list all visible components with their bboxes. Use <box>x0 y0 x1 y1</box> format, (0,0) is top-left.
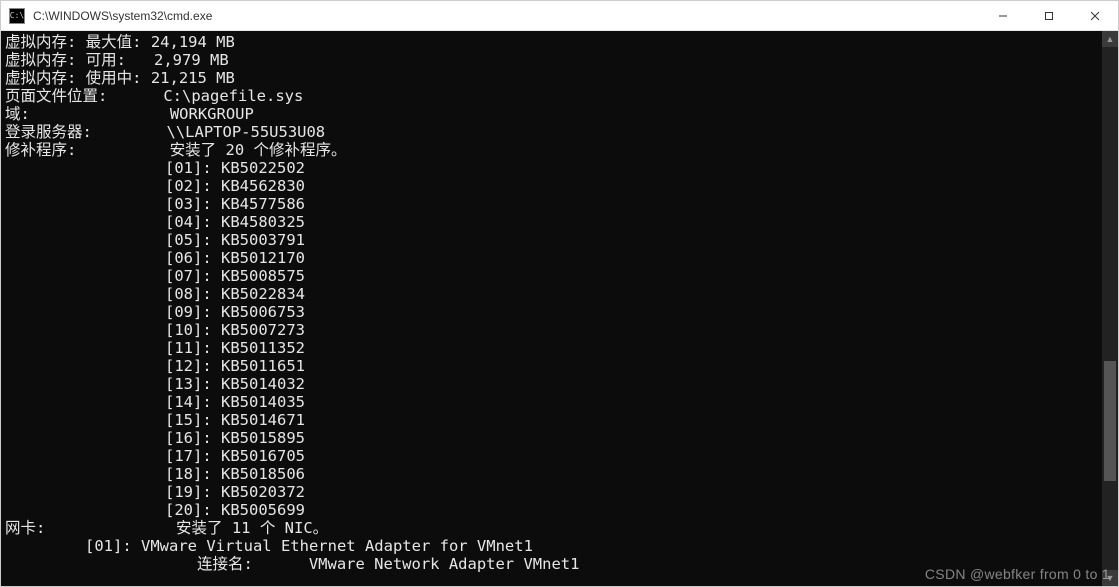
scroll-down-button[interactable]: ▼ <box>1102 570 1118 586</box>
scroll-track[interactable] <box>1102 47 1118 570</box>
hotfix-item: [17]: KB5016705 <box>5 447 305 465</box>
value-pagefile: C:\pagefile.sys <box>163 87 303 105</box>
hotfix-item: [12]: KB5011651 <box>5 357 305 375</box>
hotfix-item: [02]: KB4562830 <box>5 177 305 195</box>
window-title: C:\WINDOWS\system32\cmd.exe <box>31 9 980 23</box>
hotfix-item: [01]: KB5022502 <box>5 159 305 177</box>
terminal-area: 虚拟内存: 最大值: 24,194 MB 虚拟内存: 可用: 2,979 MB 虚拟… <box>1 31 1118 586</box>
label-conn-name: 连接名: <box>197 555 253 573</box>
hotfix-item: [18]: KB5018506 <box>5 465 305 483</box>
value-vmem-max: 24,194 MB <box>151 33 235 51</box>
scroll-up-button[interactable]: ▲ <box>1102 31 1118 47</box>
label-hotfix: 修补程序: <box>5 141 76 159</box>
hotfix-item: [03]: KB4577586 <box>5 195 305 213</box>
hotfix-item: [05]: KB5003791 <box>5 231 305 249</box>
hotfix-item: [19]: KB5020372 <box>5 483 305 501</box>
hotfix-item: [16]: KB5015895 <box>5 429 305 447</box>
value-conn-name: VMware Network Adapter VMnet1 <box>309 555 580 573</box>
hotfix-item: [07]: KB5008575 <box>5 267 305 285</box>
hotfix-item: [11]: KB5011352 <box>5 339 305 357</box>
value-vmem-avail: 2,979 MB <box>154 51 229 69</box>
hotfix-item: [04]: KB4580325 <box>5 213 305 231</box>
value-vmem-used: 21,215 MB <box>151 69 235 87</box>
cmd-icon: C:\ <box>9 8 25 24</box>
titlebar[interactable]: C:\ C:\WINDOWS\system32\cmd.exe <box>1 1 1118 31</box>
value-nic-summary: 安装了 11 个 NIC。 <box>176 519 328 537</box>
hotfix-item: [14]: KB5014035 <box>5 393 305 411</box>
value-logon-server: \\LAPTOP-55U53U08 <box>167 123 326 141</box>
hotfix-item: [09]: KB5006753 <box>5 303 305 321</box>
hotfix-item: [15]: KB5014671 <box>5 411 305 429</box>
hotfix-item: [06]: KB5012170 <box>5 249 305 267</box>
terminal-output[interactable]: 虚拟内存: 最大值: 24,194 MB 虚拟内存: 可用: 2,979 MB 虚拟… <box>1 31 1102 586</box>
minimize-button[interactable] <box>980 1 1026 30</box>
label-vmem-used: 虚拟内存: 使用中: <box>5 69 142 87</box>
maximize-button[interactable] <box>1026 1 1072 30</box>
hotfix-item: [08]: KB5022834 <box>5 285 305 303</box>
label-nic: 网卡: <box>5 519 45 537</box>
label-pagefile: 页面文件位置: <box>5 87 107 105</box>
scroll-thumb[interactable] <box>1104 361 1116 481</box>
hotfix-item: [13]: KB5014032 <box>5 375 305 393</box>
hotfix-item: [20]: KB5005699 <box>5 501 305 519</box>
vertical-scrollbar[interactable]: ▲ ▼ <box>1102 31 1118 586</box>
value-domain: WORKGROUP <box>170 105 254 123</box>
close-button[interactable] <box>1072 1 1118 30</box>
nic-item: [01]: VMware Virtual Ethernet Adapter fo… <box>5 537 533 555</box>
cmd-icon-text: C:\ <box>10 12 24 20</box>
hotfix-item: [10]: KB5007273 <box>5 321 305 339</box>
label-vmem-avail: 虚拟内存: 可用: <box>5 51 126 69</box>
label-domain: 域: <box>5 105 30 123</box>
cmd-window: C:\ C:\WINDOWS\system32\cmd.exe 虚拟内存: 最大… <box>0 0 1119 587</box>
window-controls <box>980 1 1118 30</box>
label-vmem-max: 虚拟内存: 最大值: <box>5 33 142 51</box>
value-hotfix-summary: 安装了 20 个修补程序。 <box>170 141 347 159</box>
label-logon-server: 登录服务器: <box>5 123 92 141</box>
